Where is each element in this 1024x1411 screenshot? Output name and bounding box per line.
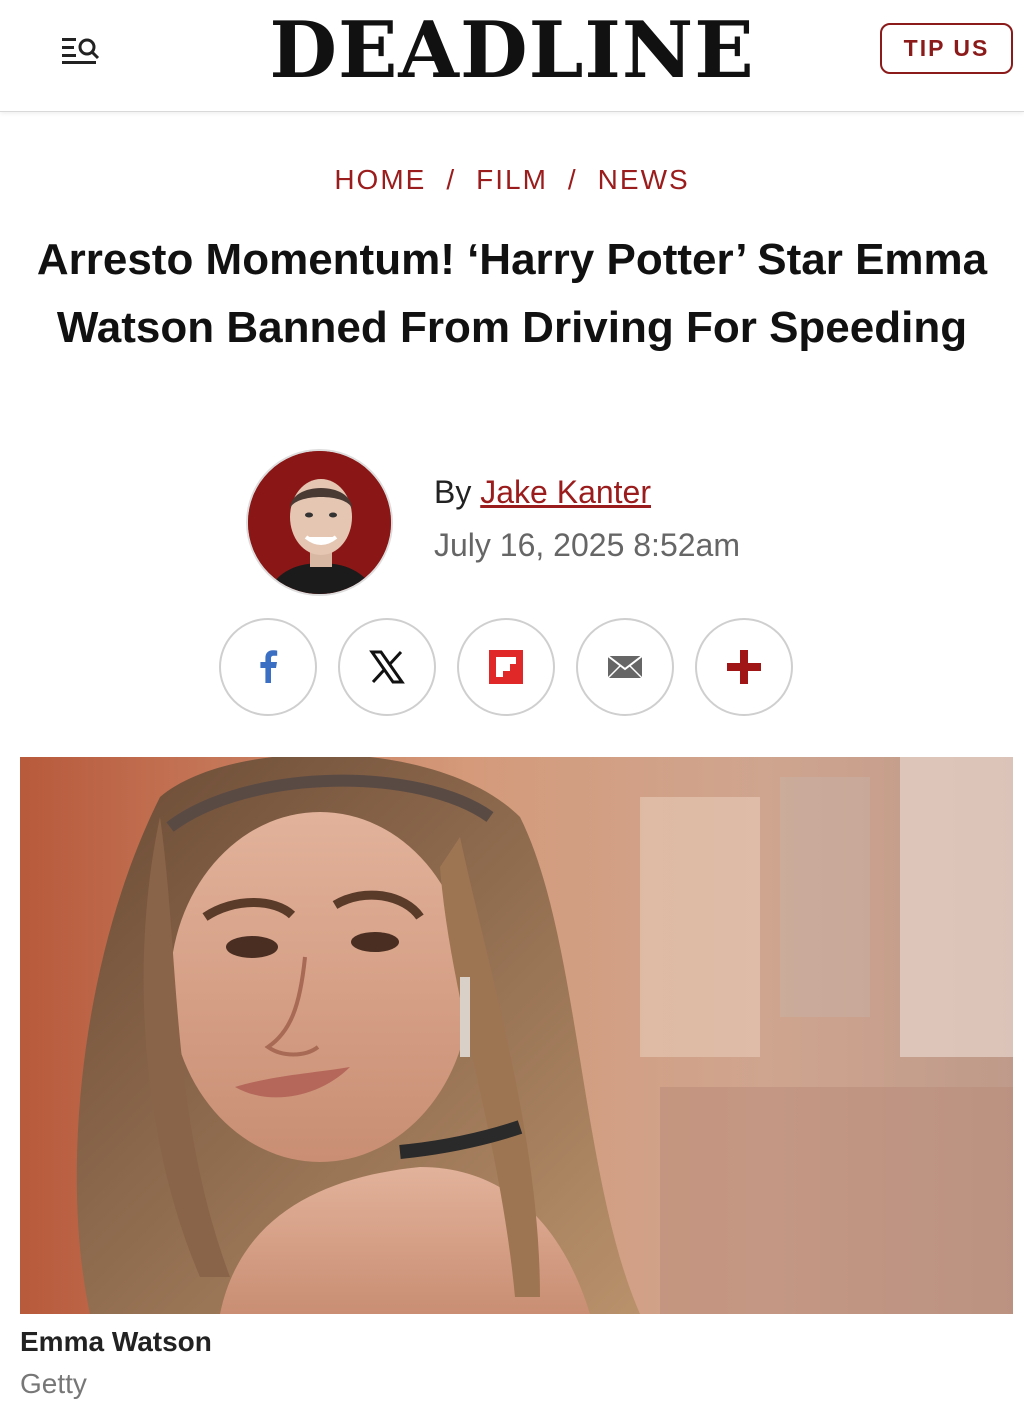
author-avatar[interactable] [246,449,393,596]
breadcrumb-separator: / [567,164,578,195]
image-caption: Emma Watson [20,1326,212,1357]
byline: By Jake Kanter [434,474,651,511]
share-more-button[interactable] [695,618,793,716]
breadcrumb-news[interactable]: NEWS [598,164,690,195]
share-flipboard-button[interactable] [457,618,555,716]
x-icon [369,650,405,684]
breadcrumb-home[interactable]: HOME [334,164,426,195]
author-link[interactable]: Jake Kanter [480,474,651,510]
tip-us-button[interactable]: TIP US [880,23,1013,74]
byline-prefix: By [434,474,472,510]
article-hero-image[interactable] [20,757,1013,1314]
email-icon [607,655,643,679]
share-buttons [219,618,793,716]
facebook-icon [260,650,278,683]
share-x-button[interactable] [338,618,436,716]
author-portrait-image [248,451,391,594]
site-header: DEADLINE TIP US [0,0,1024,112]
article-headline: Arresto Momentum! ‘Harry Potter’ Star Em… [36,235,988,352]
image-credit: Getty [20,1368,87,1399]
publish-date: July 16, 2025 8:52am [434,527,740,563]
share-facebook-button[interactable] [219,618,317,716]
flipboard-icon [489,650,523,684]
breadcrumb-separator: / [446,164,457,195]
plus-icon [727,650,761,684]
breadcrumb-film[interactable]: FILM [476,164,548,195]
share-email-button[interactable] [576,618,674,716]
breadcrumb: HOME / FILM / NEWS [0,164,1024,196]
site-logo[interactable]: DEADLINE [0,6,1024,96]
photo-emma-watson [20,757,1013,1314]
